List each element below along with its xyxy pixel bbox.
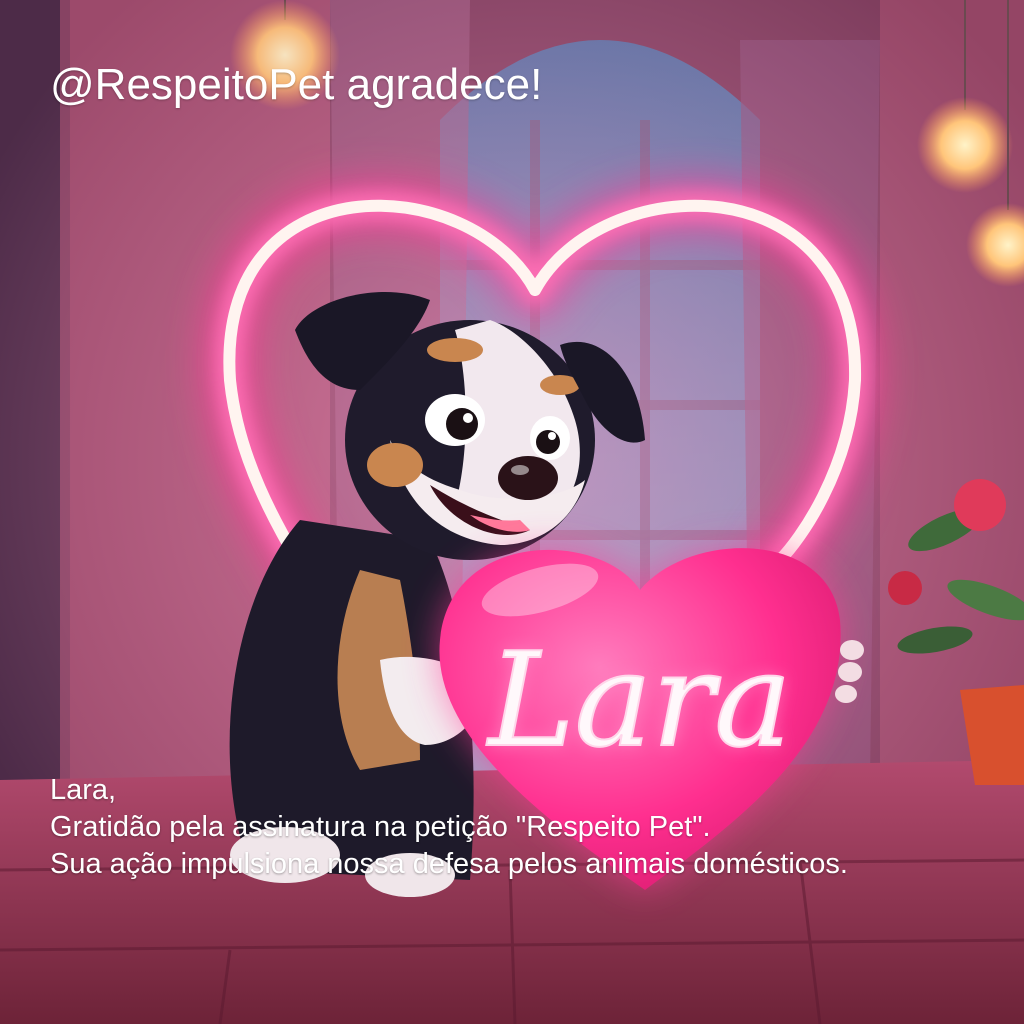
caption-line-2: Sua ação impulsiona nossa defesa pelos a… — [50, 848, 848, 880]
page-title: @RespeitoPet agradece! — [50, 60, 543, 109]
caption-line-1: Gratidão pela assinatura na petição "Res… — [50, 811, 711, 843]
heart-name-label: Lara — [486, 624, 791, 776]
illustration-scene: Lara Lara @RespeitoPet agradece! Lara, G… — [0, 0, 1024, 1024]
thank-you-message: Lara, Gratidão pela assinatura na petiçã… — [50, 772, 848, 883]
caption-greeting: Lara, — [50, 774, 117, 806]
